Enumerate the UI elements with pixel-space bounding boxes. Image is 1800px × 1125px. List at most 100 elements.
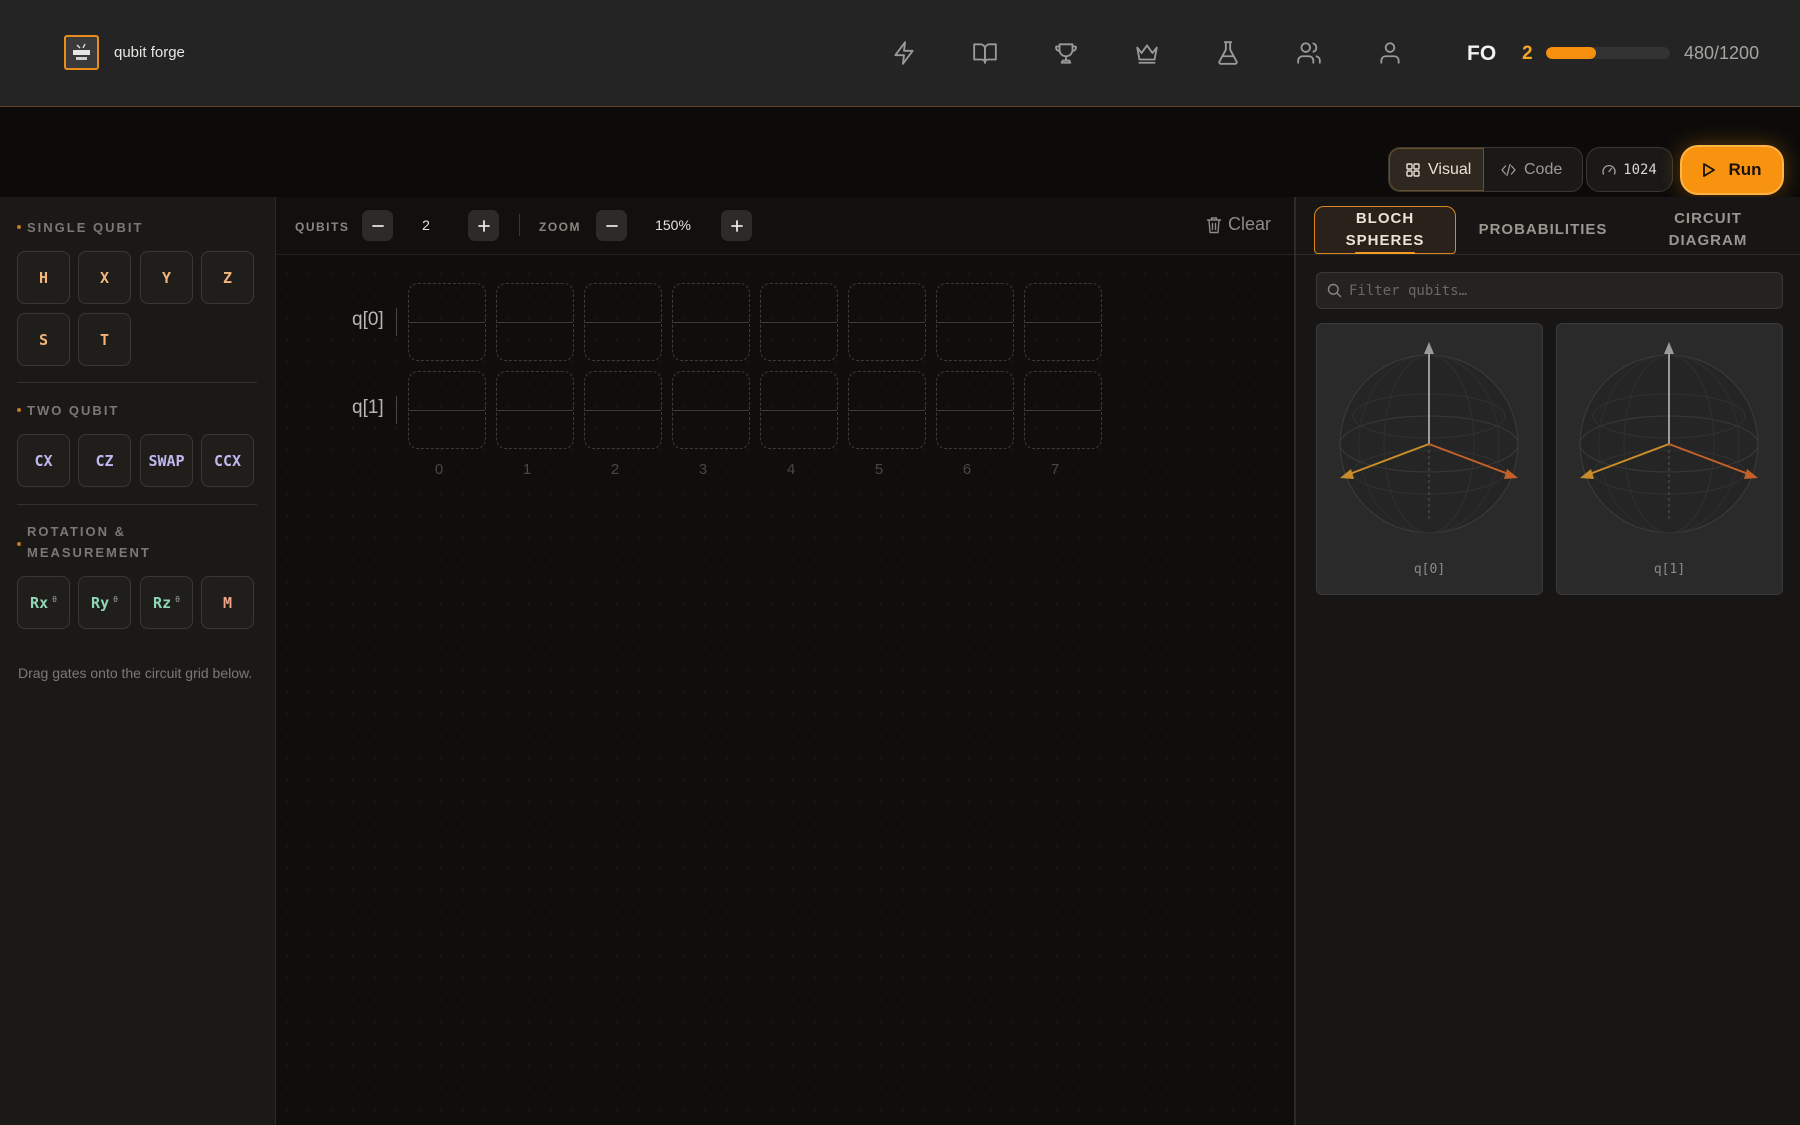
- circuit-slot-q1-c4[interactable]: [760, 371, 838, 449]
- gate-x[interactable]: X: [78, 251, 131, 304]
- circuit-slot-q0-c4[interactable]: [760, 283, 838, 361]
- bloch-sphere-icon: [1339, 342, 1519, 534]
- gate-cz[interactable]: CZ: [78, 434, 131, 487]
- column-number: 0: [434, 461, 444, 478]
- gauge-icon: [1602, 164, 1616, 175]
- minus-icon: [605, 224, 618, 227]
- circuit-slot-q1-c2[interactable]: [584, 371, 662, 449]
- tab-bloch-spheres[interactable]: BLOCH SPHERES: [1314, 206, 1456, 254]
- code-mode-button[interactable]: Code: [1485, 148, 1582, 191]
- circuit-slot-q1-c7[interactable]: [1024, 371, 1102, 449]
- code-mode-label: Code: [1524, 160, 1563, 178]
- gate-cx[interactable]: CX: [17, 434, 70, 487]
- crown-icon[interactable]: [1134, 40, 1160, 66]
- gate-measure-label: M: [222, 593, 233, 612]
- bloch-sphere-icon: [1579, 342, 1759, 534]
- rotation-title: ROTATION & MEASUREMENT: [27, 521, 151, 563]
- xp-progress-bar: [1546, 47, 1670, 59]
- bloch-sphere-card[interactable]: q[0]: [1316, 323, 1543, 595]
- visual-mode-button[interactable]: Visual: [1389, 148, 1484, 191]
- tab-label-line2: DIAGRAM: [1668, 232, 1748, 249]
- gate-y[interactable]: Y: [140, 251, 193, 304]
- zoom-out-button[interactable]: [596, 210, 627, 241]
- plus-icon: [477, 219, 490, 232]
- circuit-slot-q0-c7[interactable]: [1024, 283, 1102, 361]
- run-label: Run: [1728, 160, 1762, 179]
- circuit-controls: QUBITS 2 ZOOM 150% Clear: [276, 197, 1294, 255]
- two-qubit-title: TWO QUBIT: [27, 403, 120, 418]
- zoom-value: 150%: [655, 217, 691, 233]
- palette-divider: [17, 504, 257, 505]
- gate-rz-label: Rz: [153, 593, 172, 612]
- circuit-slot-q0-c5[interactable]: [848, 283, 926, 361]
- gate-ccx[interactable]: CCX: [201, 434, 254, 487]
- gate-measure[interactable]: M: [201, 576, 254, 629]
- circuit-slot-q0-c6[interactable]: [936, 283, 1014, 361]
- filter-qubits-field[interactable]: [1316, 272, 1783, 309]
- gate-t[interactable]: T: [78, 313, 131, 366]
- lightning-icon[interactable]: [891, 40, 917, 66]
- rotation-title-line1: ROTATION &: [27, 524, 126, 539]
- xp-progress-fill: [1546, 47, 1596, 59]
- tab-circuit-diagram[interactable]: CIRCUIT DIAGRAM: [1632, 206, 1784, 254]
- column-number: 5: [874, 461, 884, 478]
- circuit-slot-q1-c5[interactable]: [848, 371, 926, 449]
- search-icon: [1327, 283, 1342, 298]
- qubit-wire-marker: [396, 396, 397, 424]
- run-button[interactable]: Run: [1680, 145, 1784, 195]
- qubit-row-label: q[0]: [352, 309, 384, 330]
- user-initials[interactable]: FO: [1467, 42, 1496, 66]
- gate-z[interactable]: Z: [201, 251, 254, 304]
- single-qubit-title: SINGLE QUBIT: [27, 220, 144, 235]
- users-icon[interactable]: [1296, 40, 1322, 66]
- section-dot: [17, 225, 21, 229]
- palette-divider: [17, 382, 257, 383]
- qubits-increment-button[interactable]: [468, 210, 499, 241]
- minus-icon: [371, 224, 384, 227]
- clear-button[interactable]: Clear: [1206, 214, 1271, 235]
- circuit-slot-q0-c0[interactable]: [408, 283, 486, 361]
- gate-rx[interactable]: Rx θ: [17, 576, 70, 629]
- app-brand-name[interactable]: qubit forge: [114, 44, 185, 61]
- book-icon[interactable]: [972, 40, 998, 66]
- zoom-in-button[interactable]: [721, 210, 752, 241]
- grid-icon: [1406, 162, 1420, 177]
- shots-selector[interactable]: 1024: [1586, 147, 1673, 192]
- flask-icon[interactable]: [1215, 40, 1241, 66]
- bloch-sphere-card[interactable]: q[1]: [1556, 323, 1783, 595]
- app-logo-icon[interactable]: [64, 35, 99, 70]
- tab-probabilities[interactable]: PROBABILITIES: [1468, 206, 1618, 254]
- circuit-canvas: QUBITS 2 ZOOM 150% Clear q[0] q[1] 0 1 2…: [276, 197, 1294, 1125]
- gate-swap[interactable]: SWAP: [140, 434, 193, 487]
- clear-label: Clear: [1228, 214, 1272, 234]
- circuit-slot-q0-c1[interactable]: [496, 283, 574, 361]
- circuit-slot-q1-c6[interactable]: [936, 371, 1014, 449]
- gate-rz-param: θ: [175, 595, 180, 604]
- circuit-slot-q1-c3[interactable]: [672, 371, 750, 449]
- gate-ry-label: Ry: [91, 593, 110, 612]
- trophy-icon[interactable]: [1053, 40, 1079, 66]
- zoom-label: ZOOM: [539, 220, 581, 234]
- qubits-decrement-button[interactable]: [362, 210, 393, 241]
- user-icon[interactable]: [1377, 40, 1403, 66]
- tab-label-line1: PROBABILITIES: [1478, 221, 1608, 238]
- circuit-slot-q1-c1[interactable]: [496, 371, 574, 449]
- gate-rz[interactable]: Rz θ: [140, 576, 193, 629]
- palette-hint: Drag gates onto the circuit grid below.: [18, 665, 253, 681]
- gate-s[interactable]: S: [17, 313, 70, 366]
- gate-ry[interactable]: Ry θ: [78, 576, 131, 629]
- gate-rx-param: θ: [52, 595, 57, 604]
- qubit-row-label: q[1]: [352, 397, 384, 418]
- play-icon: [1703, 163, 1716, 177]
- mode-toggle: Visual Code: [1388, 147, 1583, 192]
- filter-qubits-input[interactable]: [1349, 273, 1769, 308]
- column-number: 2: [610, 461, 620, 478]
- column-number: 3: [698, 461, 708, 478]
- column-number: 4: [786, 461, 796, 478]
- circuit-slot-q1-c0[interactable]: [408, 371, 486, 449]
- gate-h[interactable]: H: [17, 251, 70, 304]
- circuit-slot-q0-c3[interactable]: [672, 283, 750, 361]
- user-level: 2: [1522, 43, 1533, 64]
- column-number: 7: [1050, 461, 1060, 478]
- circuit-slot-q0-c2[interactable]: [584, 283, 662, 361]
